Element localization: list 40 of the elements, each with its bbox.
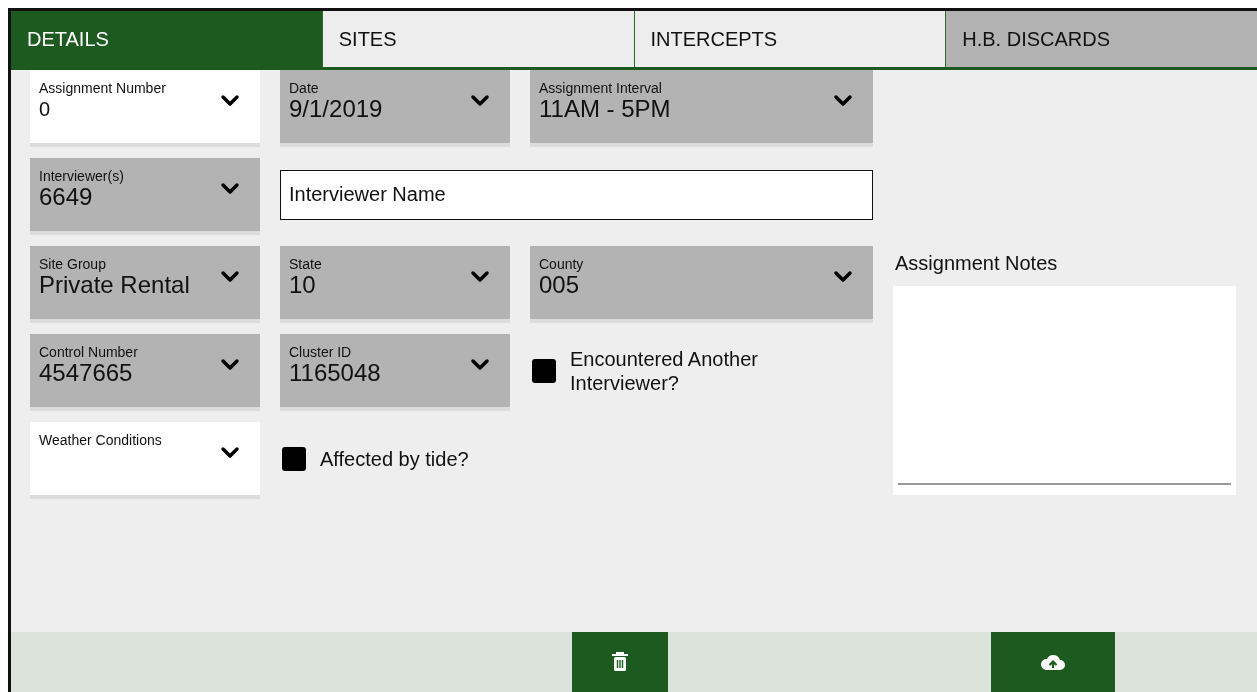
field-label: Site Group	[39, 256, 107, 272]
notes-label: Assignment Notes	[895, 252, 1059, 276]
chevron-down-icon	[220, 357, 240, 371]
trash-icon	[610, 651, 630, 673]
field-label: Cluster ID	[289, 344, 353, 360]
notes-field[interactable]	[893, 286, 1236, 495]
field-value: Private Rental	[39, 272, 190, 298]
field-label: Interviewer(s)	[39, 168, 124, 184]
field-value: 10	[289, 272, 317, 298]
field-value: 11AM - 5PM	[539, 96, 671, 122]
field-label: County	[539, 256, 584, 272]
field-label: State	[289, 256, 322, 272]
checkbox-label: Affected by tide?	[320, 446, 470, 471]
chevron-down-icon	[220, 269, 240, 283]
chevron-down-icon	[220, 445, 240, 459]
field-value: 6649	[39, 184, 93, 210]
chevron-down-icon	[220, 181, 240, 195]
field-value: 0	[39, 97, 52, 122]
field-value: 9/1/2019	[289, 96, 383, 122]
chevron-down-icon	[833, 93, 853, 107]
checkbox-label: Encountered Another Interviewer?	[570, 346, 759, 395]
chevron-down-icon	[470, 269, 490, 283]
field-label: Control Number	[39, 344, 138, 360]
field-value: 005	[539, 272, 580, 298]
chevron-down-icon	[470, 357, 490, 371]
field-value: 4547665	[39, 360, 134, 386]
delete-button[interactable]	[572, 632, 668, 692]
field-label: Assignment Interval	[539, 80, 663, 96]
checkbox[interactable]	[532, 358, 556, 383]
text-field[interactable]: Interviewer Name	[280, 169, 873, 220]
tab[interactable]: DETAILS	[11, 11, 322, 67]
field-label: Weather Conditions	[39, 432, 162, 448]
chevron-down-icon	[220, 93, 240, 107]
checkbox[interactable]	[282, 446, 306, 471]
field-label: Assignment Number	[39, 80, 166, 96]
chevron-down-icon	[470, 93, 490, 107]
chevron-down-icon	[833, 269, 853, 283]
upload-button[interactable]	[991, 632, 1115, 692]
field-value: 1165048	[289, 360, 381, 386]
field-label: Date	[289, 80, 320, 96]
